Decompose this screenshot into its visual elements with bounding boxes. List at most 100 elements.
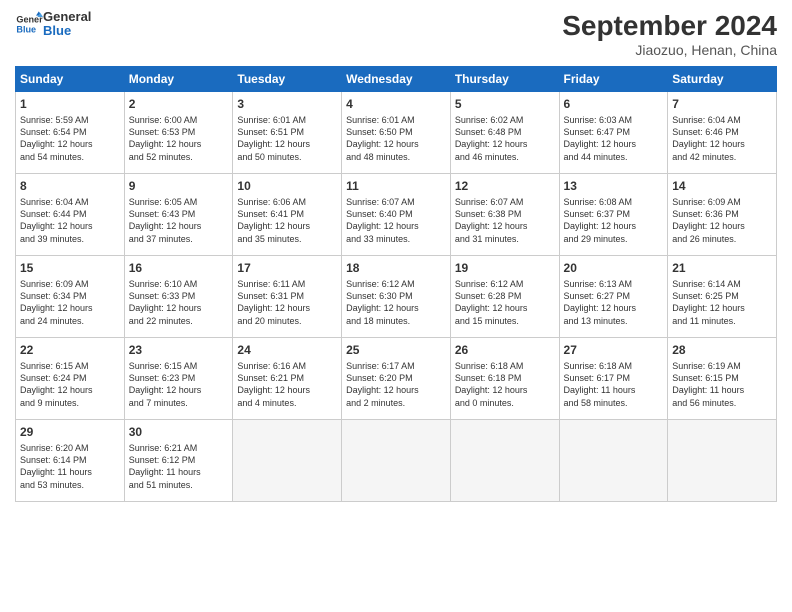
calendar-week-row: 15Sunrise: 6:09 AM Sunset: 6:34 PM Dayli…	[16, 256, 777, 338]
day-info: Sunrise: 6:20 AM Sunset: 6:14 PM Dayligh…	[20, 442, 120, 491]
calendar-week-row: 29 Sunrise: 6:20 AM Sunset: 6:14 PM Dayli…	[16, 420, 777, 502]
calendar-day-cell: 2 Sunrise: 6:00 AM Sunset: 6:53 PM Daylig…	[124, 92, 233, 174]
day-number: 21	[672, 260, 772, 276]
svg-text:Blue: Blue	[16, 25, 36, 35]
day-info: Sunrise: 6:09 AM Sunset: 6:34 PM Dayligh…	[20, 278, 120, 327]
logo: General Blue General Blue	[15, 10, 91, 39]
day-number: 12	[455, 178, 555, 194]
day-info: Sunrise: 6:11 AM Sunset: 6:31 PM Dayligh…	[237, 278, 337, 327]
calendar-week-row: 1Sunrise: 5:59 AM Sunset: 6:54 PM Daylig…	[16, 92, 777, 174]
calendar-day-cell: 5 Sunrise: 6:02 AM Sunset: 6:48 PM Daylig…	[450, 92, 559, 174]
title-block: September 2024 Jiaozuo, Henan, China	[562, 10, 777, 58]
day-number: 28	[672, 342, 772, 358]
calendar-day-cell: 20 Sunrise: 6:13 AM Sunset: 6:27 PM Dayli…	[559, 256, 668, 338]
calendar-day-cell	[559, 420, 668, 502]
day-number: 26	[455, 342, 555, 358]
weekday-header: Thursday	[450, 67, 559, 92]
day-number: 7	[672, 96, 772, 112]
day-info: Sunrise: 6:00 AM Sunset: 6:53 PM Dayligh…	[129, 114, 229, 163]
day-number: 20	[564, 260, 664, 276]
calendar-day-cell: 3 Sunrise: 6:01 AM Sunset: 6:51 PM Daylig…	[233, 92, 342, 174]
day-info: Sunrise: 5:59 AM Sunset: 6:54 PM Dayligh…	[20, 114, 120, 163]
weekday-header: Friday	[559, 67, 668, 92]
day-info: Sunrise: 6:04 AM Sunset: 6:46 PM Dayligh…	[672, 114, 772, 163]
day-number: 2	[129, 96, 229, 112]
month-title: September 2024	[562, 10, 777, 42]
calendar-day-cell: 30 Sunrise: 6:21 AM Sunset: 6:12 PM Dayli…	[124, 420, 233, 502]
day-number: 19	[455, 260, 555, 276]
day-number: 30	[129, 424, 229, 440]
day-number: 25	[346, 342, 446, 358]
calendar-container: General Blue General Blue September 2024…	[0, 0, 792, 612]
calendar-day-cell: 26 Sunrise: 6:18 AM Sunset: 6:18 PM Dayli…	[450, 338, 559, 420]
calendar-day-cell: 7 Sunrise: 6:04 AM Sunset: 6:46 PM Daylig…	[668, 92, 777, 174]
location: Jiaozuo, Henan, China	[562, 42, 777, 58]
day-info: Sunrise: 6:18 AM Sunset: 6:17 PM Dayligh…	[564, 360, 664, 409]
calendar-day-cell: 24 Sunrise: 6:16 AM Sunset: 6:21 PM Dayli…	[233, 338, 342, 420]
day-number: 3	[237, 96, 337, 112]
calendar-day-cell: 13 Sunrise: 6:08 AM Sunset: 6:37 PM Dayli…	[559, 174, 668, 256]
calendar-day-cell: 29 Sunrise: 6:20 AM Sunset: 6:14 PM Dayli…	[16, 420, 125, 502]
day-info: Sunrise: 6:06 AM Sunset: 6:41 PM Dayligh…	[237, 196, 337, 245]
calendar-table: SundayMondayTuesdayWednesdayThursdayFrid…	[15, 66, 777, 502]
day-info: Sunrise: 6:07 AM Sunset: 6:38 PM Dayligh…	[455, 196, 555, 245]
day-info: Sunrise: 6:04 AM Sunset: 6:44 PM Dayligh…	[20, 196, 120, 245]
day-info: Sunrise: 6:15 AM Sunset: 6:23 PM Dayligh…	[129, 360, 229, 409]
calendar-day-cell: 9Sunrise: 6:05 AM Sunset: 6:43 PM Daylig…	[124, 174, 233, 256]
calendar-day-cell: 8Sunrise: 6:04 AM Sunset: 6:44 PM Daylig…	[16, 174, 125, 256]
day-number: 23	[129, 342, 229, 358]
weekday-header: Saturday	[668, 67, 777, 92]
weekday-header: Tuesday	[233, 67, 342, 92]
day-number: 10	[237, 178, 337, 194]
calendar-day-cell: 17 Sunrise: 6:11 AM Sunset: 6:31 PM Dayli…	[233, 256, 342, 338]
day-info: Sunrise: 6:13 AM Sunset: 6:27 PM Dayligh…	[564, 278, 664, 327]
calendar-day-cell: 27 Sunrise: 6:18 AM Sunset: 6:17 PM Dayli…	[559, 338, 668, 420]
day-number: 13	[564, 178, 664, 194]
day-info: Sunrise: 6:14 AM Sunset: 6:25 PM Dayligh…	[672, 278, 772, 327]
calendar-week-row: 8Sunrise: 6:04 AM Sunset: 6:44 PM Daylig…	[16, 174, 777, 256]
day-info: Sunrise: 6:18 AM Sunset: 6:18 PM Dayligh…	[455, 360, 555, 409]
header: General Blue General Blue September 2024…	[15, 10, 777, 58]
calendar-day-cell: 19 Sunrise: 6:12 AM Sunset: 6:28 PM Dayli…	[450, 256, 559, 338]
weekday-header: Monday	[124, 67, 233, 92]
day-info: Sunrise: 6:19 AM Sunset: 6:15 PM Dayligh…	[672, 360, 772, 409]
day-info: Sunrise: 6:10 AM Sunset: 6:33 PM Dayligh…	[129, 278, 229, 327]
day-info: Sunrise: 6:12 AM Sunset: 6:28 PM Dayligh…	[455, 278, 555, 327]
day-number: 18	[346, 260, 446, 276]
calendar-day-cell: 6Sunrise: 6:03 AM Sunset: 6:47 PM Daylig…	[559, 92, 668, 174]
calendar-week-row: 22Sunrise: 6:15 AM Sunset: 6:24 PM Dayli…	[16, 338, 777, 420]
calendar-day-cell: 22Sunrise: 6:15 AM Sunset: 6:24 PM Dayli…	[16, 338, 125, 420]
calendar-day-cell: 16Sunrise: 6:10 AM Sunset: 6:33 PM Dayli…	[124, 256, 233, 338]
weekday-header: Wednesday	[342, 67, 451, 92]
day-number: 17	[237, 260, 337, 276]
day-info: Sunrise: 6:21 AM Sunset: 6:12 PM Dayligh…	[129, 442, 229, 491]
logo-general: General	[43, 10, 91, 24]
day-number: 29	[20, 424, 120, 440]
day-info: Sunrise: 6:16 AM Sunset: 6:21 PM Dayligh…	[237, 360, 337, 409]
calendar-day-cell: 21 Sunrise: 6:14 AM Sunset: 6:25 PM Dayli…	[668, 256, 777, 338]
calendar-day-cell: 1Sunrise: 5:59 AM Sunset: 6:54 PM Daylig…	[16, 92, 125, 174]
logo-blue: Blue	[43, 24, 91, 38]
day-info: Sunrise: 6:01 AM Sunset: 6:51 PM Dayligh…	[237, 114, 337, 163]
day-number: 27	[564, 342, 664, 358]
calendar-day-cell	[668, 420, 777, 502]
day-info: Sunrise: 6:12 AM Sunset: 6:30 PM Dayligh…	[346, 278, 446, 327]
day-number: 11	[346, 178, 446, 194]
day-info: Sunrise: 6:02 AM Sunset: 6:48 PM Dayligh…	[455, 114, 555, 163]
calendar-day-cell: 28 Sunrise: 6:19 AM Sunset: 6:15 PM Dayli…	[668, 338, 777, 420]
calendar-day-cell: 23 Sunrise: 6:15 AM Sunset: 6:23 PM Dayli…	[124, 338, 233, 420]
calendar-day-cell: 25Sunrise: 6:17 AM Sunset: 6:20 PM Dayli…	[342, 338, 451, 420]
day-number: 24	[237, 342, 337, 358]
day-number: 4	[346, 96, 446, 112]
header-row: SundayMondayTuesdayWednesdayThursdayFrid…	[16, 67, 777, 92]
day-number: 5	[455, 96, 555, 112]
calendar-day-cell: 18 Sunrise: 6:12 AM Sunset: 6:30 PM Dayli…	[342, 256, 451, 338]
weekday-header: Sunday	[16, 67, 125, 92]
calendar-day-cell	[342, 420, 451, 502]
day-info: Sunrise: 6:08 AM Sunset: 6:37 PM Dayligh…	[564, 196, 664, 245]
day-info: Sunrise: 6:05 AM Sunset: 6:43 PM Dayligh…	[129, 196, 229, 245]
calendar-day-cell	[233, 420, 342, 502]
day-info: Sunrise: 6:07 AM Sunset: 6:40 PM Dayligh…	[346, 196, 446, 245]
logo-icon: General Blue	[15, 10, 43, 38]
calendar-day-cell: 14Sunrise: 6:09 AM Sunset: 6:36 PM Dayli…	[668, 174, 777, 256]
